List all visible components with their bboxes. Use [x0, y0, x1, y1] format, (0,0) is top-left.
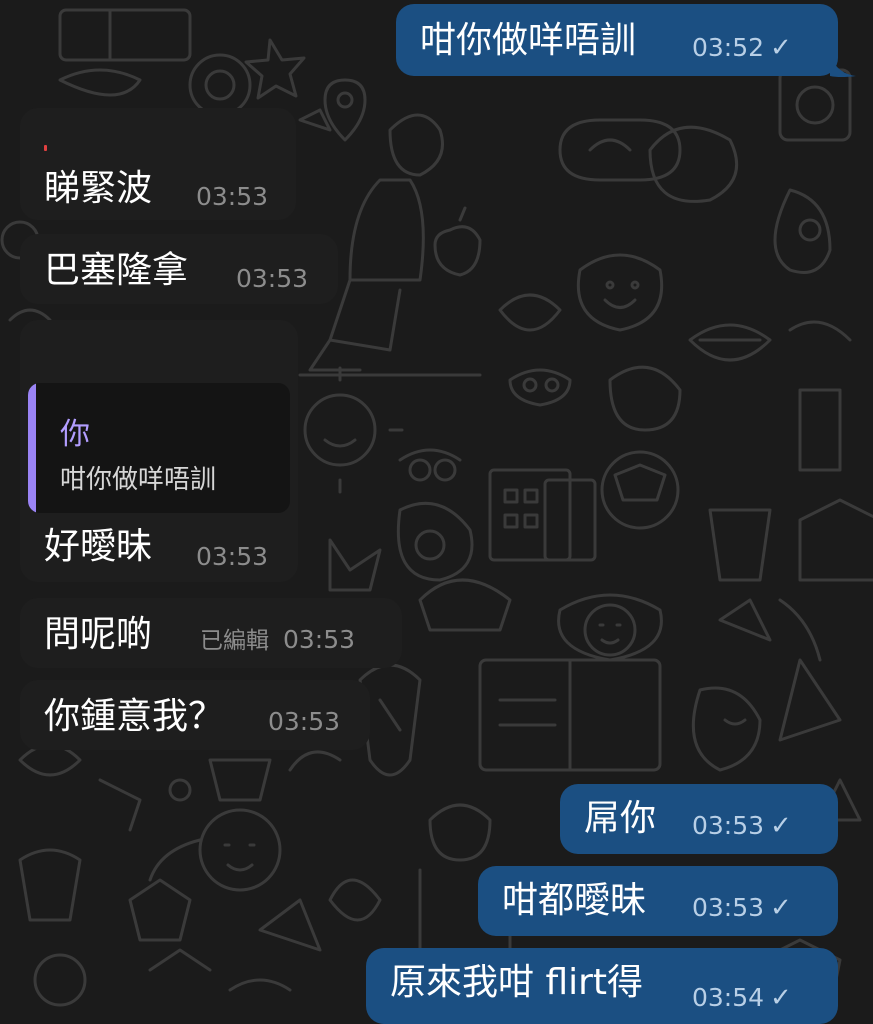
message-bubble-outgoing[interactable]: 原來我咁 flirt得 03:54 ✓	[366, 948, 838, 1024]
message-time: 03:53	[692, 811, 765, 840]
message-text: 好曖昧	[44, 526, 153, 567]
check-icon: ✓	[770, 33, 792, 63]
reply-accent-bar	[28, 383, 36, 513]
message-bubble-incoming[interactable]: 問呢啲 已編輯 03:53	[20, 598, 402, 668]
message-meta: 已編輯 03:53	[200, 626, 355, 655]
message-time: 03:53	[196, 542, 269, 571]
reply-author: 你	[60, 417, 90, 452]
message-text: 屌你	[584, 798, 657, 839]
message-text: 你鍾意我？	[44, 696, 225, 737]
reply-text: 咁你做咩唔訓	[60, 465, 217, 495]
message-time: 03:54	[692, 983, 765, 1012]
message-bubble-outgoing[interactable]: 屌你 03:53 ✓	[560, 784, 838, 854]
message-text: 巴塞隆拿	[44, 250, 189, 291]
check-icon: ✓	[770, 893, 792, 923]
message-bubble-outgoing[interactable]: 咁都曖昧 03:53 ✓	[478, 866, 838, 936]
message-time: 03:53	[268, 707, 341, 736]
message-time: 03:53	[236, 264, 309, 293]
message-text: 原來我咁 flirt得	[390, 962, 644, 1003]
message-text: 睇緊波	[44, 168, 153, 209]
message-meta: 03:53 ✓	[692, 893, 792, 923]
message-text: 咁你做咩唔訓	[420, 20, 637, 61]
check-icon: ✓	[770, 983, 792, 1013]
message-time: 03:53	[283, 625, 356, 654]
message-bubble-incoming[interactable]: 你鍾意我？ 03:53	[20, 680, 370, 750]
message-meta: 03:52 ✓	[692, 33, 792, 63]
message-time: 03:52	[692, 33, 765, 62]
edited-label: 已編輯	[200, 628, 269, 654]
message-text: 問呢啲	[44, 614, 153, 655]
message-bubble-incoming[interactable]: 巴塞隆拿 03:53	[20, 234, 338, 304]
bubble-tail	[830, 56, 856, 77]
message-meta: 03:54 ✓	[692, 983, 792, 1013]
message-time: 03:53	[196, 182, 269, 211]
check-icon: ✓	[770, 811, 792, 841]
message-bubble-outgoing[interactable]: 咁你做咩唔訓 03:52 ✓	[396, 4, 838, 76]
message-bubble-incoming[interactable]: 睇緊波 03:53	[20, 108, 296, 220]
message-meta: 03:53 ✓	[692, 811, 792, 841]
message-text: 咁都曖昧	[502, 880, 647, 921]
red-mark	[44, 145, 47, 151]
reply-quote[interactable]: 你 咁你做咩唔訓	[28, 383, 290, 513]
message-time: 03:53	[692, 893, 765, 922]
